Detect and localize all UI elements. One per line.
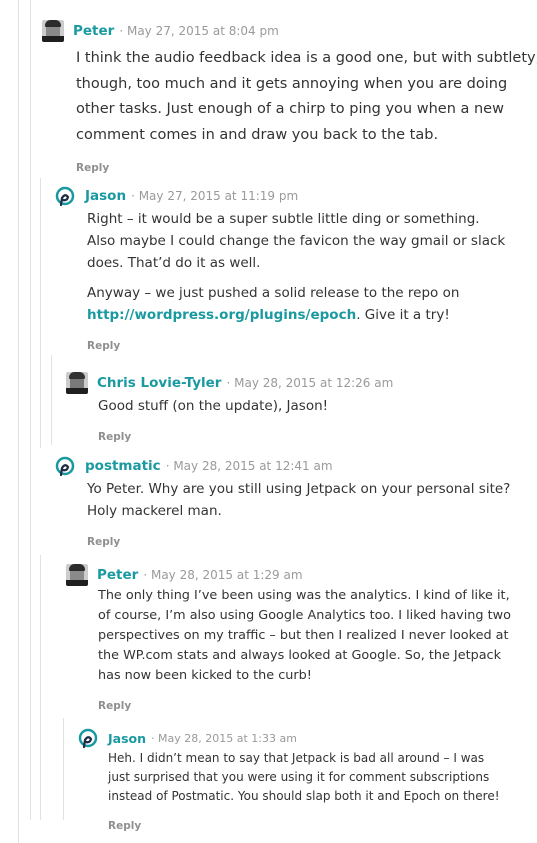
thread-line <box>40 555 41 820</box>
comment-body: Heh. I didn’t mean to say that Jetpack i… <box>108 749 508 806</box>
comment-text: I think the audio feedback idea is a goo… <box>76 50 537 143</box>
thread-line <box>18 0 19 843</box>
comment-date[interactable]: May 28, 2015 at 1:29 am <box>151 568 303 582</box>
thread-line <box>40 178 41 448</box>
reply-button[interactable]: Reply <box>108 820 141 832</box>
thread-line <box>51 355 52 445</box>
reply-button[interactable]: Reply <box>98 431 131 443</box>
comment-date[interactable]: May 28, 2015 at 12:41 am <box>173 459 332 473</box>
comment-meta[interactable]: · May 28, 2015 at 1:33 am <box>151 732 297 745</box>
epoch-plugin-link[interactable]: http://wordpress.org/plugins/epoch <box>87 307 356 323</box>
comment-author[interactable]: Chris Lovie-Tyler <box>97 375 221 391</box>
comment-author[interactable]: Peter <box>73 23 114 39</box>
avatar <box>42 20 64 42</box>
postmatic-avatar-icon <box>54 455 76 477</box>
comment-date[interactable]: May 27, 2015 at 8:04 pm <box>127 24 279 38</box>
avatar <box>66 372 88 394</box>
comment: Chris Lovie-Tyler · May 28, 2015 at 12:2… <box>66 372 537 444</box>
reply-button[interactable]: Reply <box>87 536 120 548</box>
reply-button[interactable]: Reply <box>87 340 120 352</box>
comment-body: I think the audio feedback idea is a goo… <box>76 46 537 148</box>
comment-body: Yo Peter. Why are you still using Jetpac… <box>87 478 512 522</box>
comment-body: Right – it would be a super subtle littl… <box>87 208 507 326</box>
postmatic-avatar-icon <box>77 727 99 749</box>
avatar <box>66 564 88 586</box>
comment-text: The only thing I’ve been using was the a… <box>98 588 511 683</box>
comment-body: The only thing I’ve been using was the a… <box>98 586 516 686</box>
comment-body: Good stuff (on the update), Jason! <box>98 395 508 417</box>
comment-meta[interactable]: · May 28, 2015 at 1:29 am <box>143 568 302 582</box>
thread-line <box>63 718 64 820</box>
comment-text: Yo Peter. Why are you still using Jetpac… <box>87 481 511 519</box>
comment: postmatic · May 28, 2015 at 12:41 am Yo … <box>54 455 537 549</box>
comment-author[interactable]: Peter <box>97 567 138 583</box>
comment-meta[interactable]: · May 27, 2015 at 8:04 pm <box>119 24 278 38</box>
comment-author[interactable]: Jason <box>85 188 126 204</box>
comment-meta[interactable]: · May 28, 2015 at 12:41 am <box>166 459 333 473</box>
comment-text: Right – it would be a super subtle littl… <box>87 211 506 271</box>
comment-text: Heh. I didn’t mean to say that Jetpack i… <box>108 751 500 803</box>
comment-meta[interactable]: · May 27, 2015 at 11:19 pm <box>131 189 298 203</box>
reply-button[interactable]: Reply <box>98 700 131 712</box>
comment-date[interactable]: May 28, 2015 at 12:26 am <box>234 376 393 390</box>
comment-text: Anyway – we just pushed a solid release … <box>87 285 460 323</box>
thread-line <box>30 0 31 820</box>
comment-author[interactable]: postmatic <box>85 458 161 474</box>
postmatic-avatar-icon <box>54 185 76 207</box>
comment: Jason · May 27, 2015 at 11:19 pm Right –… <box>54 185 537 353</box>
comment-text: Good stuff (on the update), Jason! <box>98 398 329 414</box>
comment: Jason · May 28, 2015 at 1:33 am Heh. I d… <box>77 727 537 833</box>
reply-button[interactable]: Reply <box>76 162 109 174</box>
comment: Peter · May 28, 2015 at 1:29 am The only… <box>66 564 537 713</box>
comment: Peter · May 27, 2015 at 8:04 pm I think … <box>42 20 537 175</box>
comment-meta[interactable]: · May 28, 2015 at 12:26 am <box>226 376 393 390</box>
comment-author[interactable]: Jason <box>108 731 146 746</box>
comment-date[interactable]: May 28, 2015 at 1:33 am <box>158 732 297 745</box>
comment-date[interactable]: May 27, 2015 at 11:19 pm <box>139 189 298 203</box>
